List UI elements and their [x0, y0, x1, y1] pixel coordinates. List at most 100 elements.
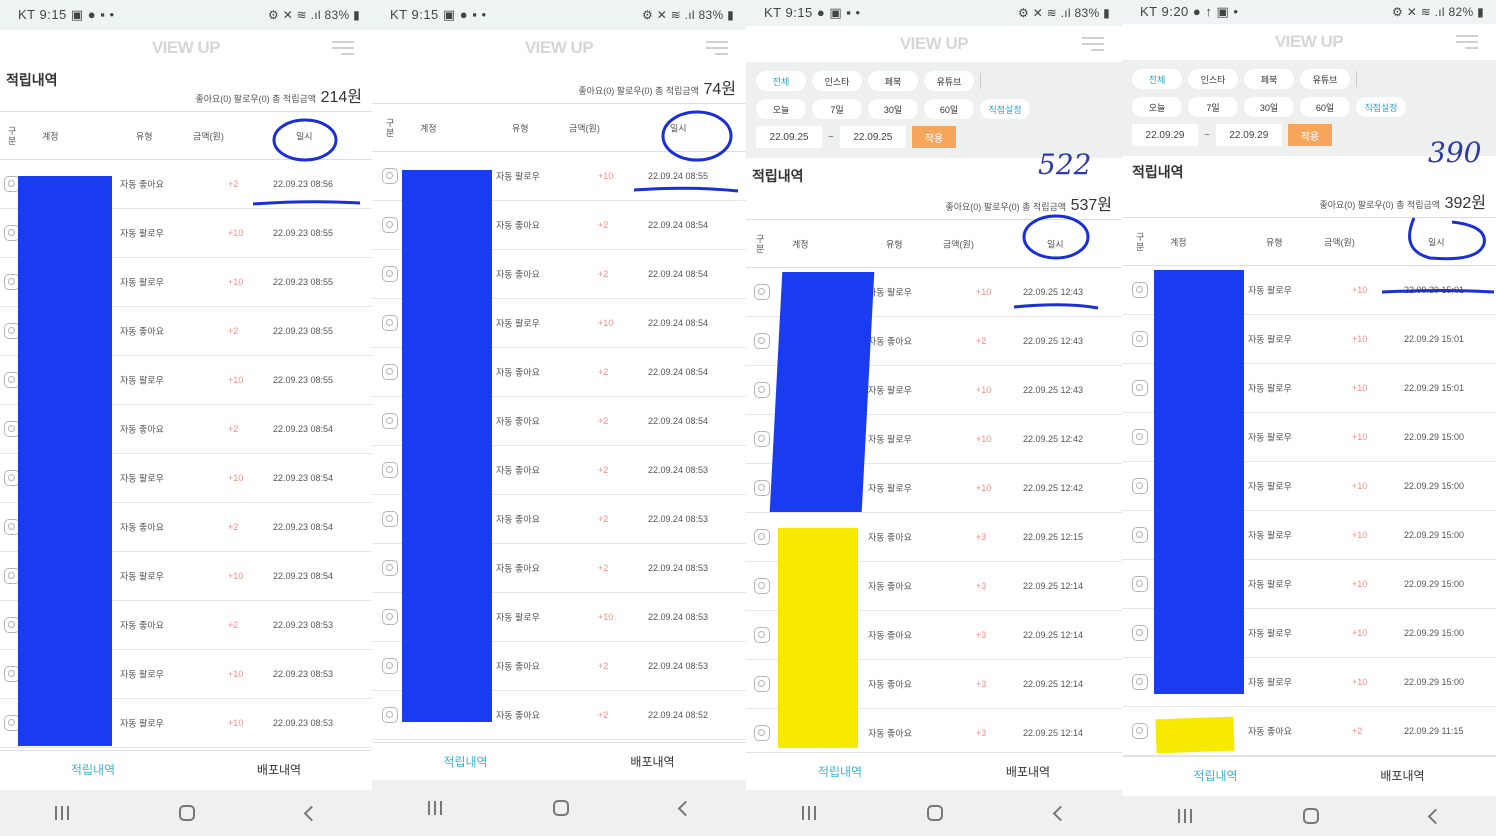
chip-period-today[interactable]: 오늘 [756, 99, 806, 119]
row-type: 자동 좋아요 [496, 367, 540, 378]
status-left: KT 9:15 ▣ ● ▪ • [390, 7, 487, 22]
recent-apps-icon[interactable] [1177, 809, 1192, 823]
instagram-icon [1132, 331, 1148, 347]
chip-channel-facebook[interactable]: 페북 [1244, 69, 1294, 89]
tab-earn-history[interactable]: 적립내역 [0, 751, 186, 788]
home-icon[interactable] [552, 800, 569, 816]
chip-channel-insta[interactable]: 인스타 [812, 71, 862, 91]
row-amount: +3 [976, 532, 987, 542]
redaction-blue [402, 170, 492, 722]
bottom-tabs: 적립내역 배포내역 [1122, 756, 1496, 794]
row-type: 자동 팔로우 [1248, 432, 1292, 443]
col-account: 계정 [42, 131, 59, 141]
back-icon[interactable] [677, 800, 693, 816]
recent-apps-icon[interactable] [801, 806, 816, 820]
col-amount: 금액(원) [193, 131, 224, 141]
total-amount: 214원 [320, 89, 362, 106]
chip-channel-youtube[interactable]: 유튜브 [924, 71, 974, 91]
row-amount: +10 [228, 277, 244, 287]
col-account: 계정 [792, 239, 809, 249]
status-right: ⚙ ✕ ≋ .ıl 83% ▮ [1018, 6, 1110, 20]
app-logo: VIEW UP [1274, 32, 1344, 51]
tab-distribution-history[interactable]: 배포내역 [186, 751, 372, 788]
chip-period-30d[interactable]: 30일 [868, 99, 918, 119]
row-datetime: 22.09.23 08:56 [273, 179, 334, 189]
chip-period-60d[interactable]: 60일 [924, 99, 974, 119]
row-datetime: 22.09.24 08:53 [648, 661, 709, 671]
menu-icon[interactable] [332, 41, 354, 55]
instagram-icon [382, 707, 398, 723]
row-type: 자동 팔로우 [120, 571, 164, 582]
status-bar: KT 9:20 ● ↑ ▣ • ⚙ ✕ ≋ .ıl 82% ▮ [1122, 0, 1496, 24]
home-icon[interactable] [179, 805, 196, 821]
menu-icon[interactable] [1082, 37, 1104, 51]
menu-icon[interactable] [706, 41, 728, 55]
back-icon[interactable] [1427, 808, 1443, 824]
date-from-field[interactable]: 22.09.29 [1132, 124, 1198, 146]
tab-earn-history[interactable]: 적립내역 [372, 743, 559, 780]
row-type: 자동 팔로우 [868, 483, 912, 494]
row-datetime: 22.09.23 08:54 [273, 473, 334, 483]
tab-distribution-history[interactable]: 배포내역 [1309, 757, 1496, 794]
col-gubun: 구분 [8, 125, 17, 146]
row-datetime: 22.09.29 15:00 [1404, 677, 1465, 687]
chip-period-7d[interactable]: 7일 [1188, 97, 1238, 117]
chip-channel-all[interactable]: 전체 [1132, 69, 1182, 89]
date-to-field[interactable]: 22.09.29 [1215, 124, 1282, 146]
chip-period-7d[interactable]: 7일 [812, 99, 862, 119]
row-type: 자동 팔로우 [1248, 530, 1292, 541]
instagram-icon [754, 284, 770, 300]
recent-apps-icon[interactable] [427, 801, 442, 815]
date-from-field[interactable]: 22.09.25 [756, 126, 822, 148]
row-amount: +2 [598, 465, 609, 475]
row-datetime: 22.09.23 08:54 [273, 571, 334, 581]
row-type: 자동 팔로우 [120, 669, 164, 680]
tab-earn-history[interactable]: 적립내역 [1122, 757, 1309, 794]
row-amount: +10 [1352, 334, 1368, 344]
menu-icon[interactable] [1456, 35, 1478, 49]
chip-channel-youtube[interactable]: 유튜브 [1300, 69, 1350, 89]
col-type: 유형 [512, 123, 529, 133]
bottom-tabs: 적립내역 배포내역 [372, 742, 746, 780]
divider [1356, 71, 1357, 87]
recent-apps-icon[interactable] [55, 806, 70, 820]
chip-period-today[interactable]: 오늘 [1132, 97, 1182, 117]
back-icon[interactable] [303, 805, 320, 821]
chip-period-60d[interactable]: 60일 [1300, 97, 1350, 117]
row-amount: +10 [976, 385, 992, 395]
row-datetime: 22.09.25 12:14 [1023, 728, 1084, 738]
apply-button[interactable]: 적용 [1287, 124, 1332, 146]
instagram-icon [382, 462, 398, 478]
apply-button[interactable]: 적용 [911, 126, 956, 148]
tab-distribution-history[interactable]: 배포내역 [934, 753, 1122, 790]
home-icon[interactable] [927, 805, 944, 821]
row-amount: +10 [228, 669, 244, 679]
row-type: 자동 좋아요 [868, 581, 912, 592]
row-type: 자동 팔로우 [496, 318, 540, 329]
chip-custom-range[interactable]: 직접설정 [980, 99, 1030, 119]
home-icon[interactable] [1302, 808, 1319, 824]
date-to-field[interactable]: 22.09.25 [839, 126, 906, 148]
col-amount: 금액(원) [1324, 237, 1355, 247]
chip-channel-facebook[interactable]: 페북 [868, 71, 918, 91]
tab-earn-history[interactable]: 적립내역 [746, 753, 934, 790]
row-amount: +3 [976, 581, 987, 591]
row-type: 자동 좋아요 [496, 269, 540, 280]
row-amount: +10 [1352, 432, 1368, 442]
summary-text: 좋아요(0) 팔로우(0) 총 적립금액 [945, 202, 1067, 212]
back-icon[interactable] [1052, 805, 1069, 821]
chip-channel-insta[interactable]: 인스타 [1188, 69, 1238, 89]
row-type: 자동 팔로우 [496, 171, 540, 182]
android-nav-bar [1122, 796, 1496, 836]
chip-period-30d[interactable]: 30일 [1244, 97, 1294, 117]
status-left: KT 9:15 ● ▣ ▪ • [764, 5, 861, 20]
row-datetime: 22.09.24 08:53 [648, 563, 709, 573]
row-datetime: 22.09.29 15:00 [1404, 432, 1465, 442]
tab-distribution-history[interactable]: 배포내역 [559, 743, 746, 780]
chip-custom-range[interactable]: 직접설정 [1356, 97, 1406, 117]
chip-channel-all[interactable]: 전체 [756, 71, 806, 91]
table-header: 구분 계정 유형 금액(원) 일시 [0, 112, 372, 160]
row-datetime: 22.09.29 15:01 [1404, 285, 1465, 295]
channel-filter-row: 전체 인스타 페북 유튜브 [756, 68, 1112, 94]
android-nav-bar [0, 790, 372, 836]
